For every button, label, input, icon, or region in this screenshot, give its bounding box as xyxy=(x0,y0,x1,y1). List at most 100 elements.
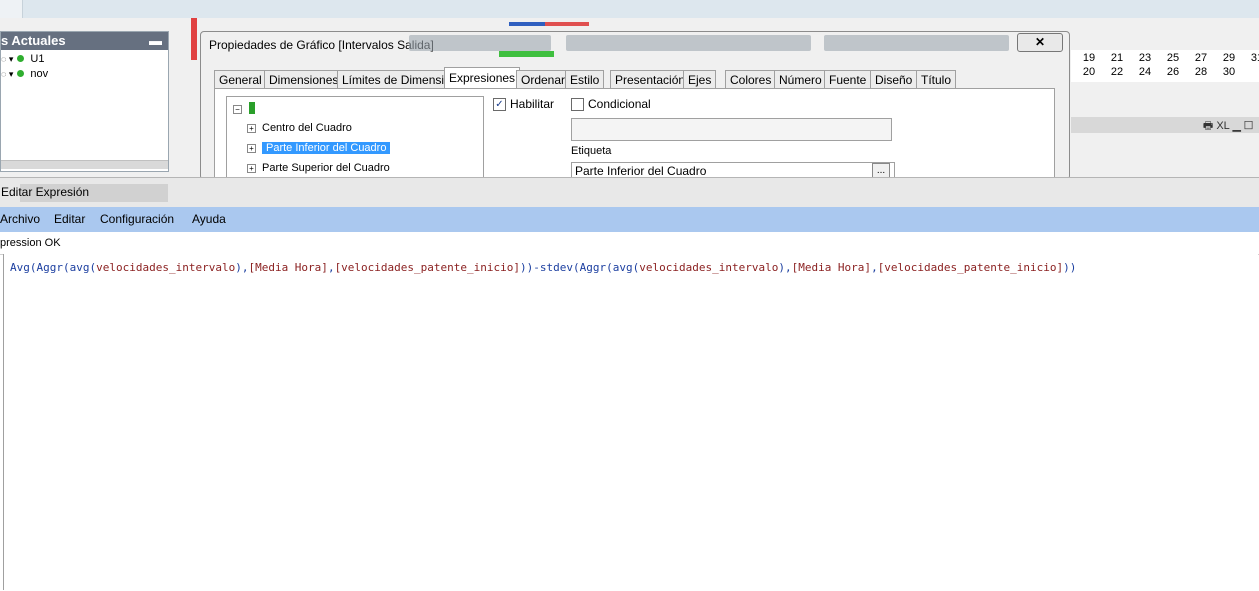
tab-colores[interactable]: Colores xyxy=(725,70,777,89)
object-caption-icons[interactable]: 🖶 XL ▁ ☐ xyxy=(1203,117,1253,136)
code-token: avg xyxy=(69,261,90,274)
expression-code-line[interactable]: Avg(Aggr(avg(velocidades_intervalo),[Med… xyxy=(10,261,1076,274)
calendar-day[interactable]: 28 xyxy=(1189,66,1213,78)
blurred-region xyxy=(566,35,811,51)
blurred-accent xyxy=(499,51,554,57)
code-token: [velocidades_patente_inicio] xyxy=(334,261,520,274)
conditional-label: Condicional xyxy=(588,97,651,111)
code-token: ( xyxy=(606,261,613,274)
expand-icon[interactable]: + xyxy=(247,143,256,153)
menu-bar: Archivo Editar Configuración Ayuda xyxy=(0,207,1259,232)
tree-item[interactable]: + Centro del Cuadro xyxy=(227,119,352,137)
checkbox-icon[interactable] xyxy=(571,98,584,112)
tree-item[interactable]: + Parte Superior del Cuadro xyxy=(227,159,390,177)
code-token: velocidades_intervalo xyxy=(96,261,236,274)
code-token: velocidades_intervalo xyxy=(639,261,779,274)
expression-status: pression OK xyxy=(0,237,61,249)
checkbox-checked-icon[interactable]: ✓ xyxy=(493,98,506,112)
label-caption: Etiqueta xyxy=(571,145,612,157)
conditional-input[interactable] xyxy=(571,118,892,141)
code-token: stdev xyxy=(539,261,573,274)
sheet-object-accent xyxy=(509,22,545,26)
calendar-day[interactable]: 25 xyxy=(1161,52,1185,64)
enable-label: Habilitar xyxy=(510,97,555,111)
selection-item-label: nov xyxy=(30,68,49,80)
code-token: )) xyxy=(1063,261,1077,274)
chevron-down-icon[interactable]: ◌ ▾ xyxy=(1,69,13,79)
code-token: [Media Hora] xyxy=(248,261,328,274)
blurred-region xyxy=(824,35,1009,51)
calendar-day[interactable]: 22 xyxy=(1105,66,1129,78)
tree-item-label: Parte Superior del Cuadro xyxy=(262,162,390,174)
code-token: ), xyxy=(235,261,249,274)
menu-ayuda[interactable]: Ayuda xyxy=(192,212,226,226)
close-button[interactable]: ✕ xyxy=(1017,33,1063,52)
tab-dimensiones[interactable]: Dimensiones xyxy=(264,70,344,89)
calendar-day[interactable]: 30 xyxy=(1217,66,1241,78)
code-token: Aggr xyxy=(36,261,64,274)
tab-fuente[interactable]: Fuente xyxy=(824,70,872,89)
current-selections-panel: s Actuales ▬ ◌ ▾ U1 ◌ ▾ nov xyxy=(0,31,169,172)
horizontal-scrollbar[interactable] xyxy=(1,160,168,169)
sheet-object-accent xyxy=(191,18,197,60)
conditional-checkbox[interactable]: Condicional xyxy=(571,97,651,112)
code-token: ))- xyxy=(520,261,540,274)
expand-icon[interactable]: + xyxy=(247,163,256,173)
blurred-region xyxy=(409,35,551,51)
calendar-day[interactable]: 31 xyxy=(1245,52,1259,64)
tab-estilo[interactable]: Estilo xyxy=(565,70,605,89)
menu-configuracion[interactable]: Configuración xyxy=(100,212,174,226)
tab-diseño[interactable]: Diseño xyxy=(870,70,918,89)
code-token: , xyxy=(871,261,878,274)
editor-title-bar[interactable]: Editar Expresión xyxy=(0,177,1259,208)
expression-group-icon xyxy=(249,102,255,114)
chevron-down-icon[interactable]: ◌ ▾ xyxy=(1,54,13,64)
tree-item-label: Parte Inferior del Cuadro xyxy=(262,142,391,154)
minimize-icon[interactable]: ▬ xyxy=(149,32,162,50)
calendar-day[interactable]: 26 xyxy=(1161,66,1185,78)
tab-expresiones[interactable]: Expresiones xyxy=(444,67,521,90)
tab-ordenar[interactable]: Ordenar xyxy=(516,70,571,89)
code-token: ( xyxy=(573,261,580,274)
menu-editar[interactable]: Editar xyxy=(54,212,85,226)
selection-item[interactable]: ◌ ▾ U1 xyxy=(1,52,44,66)
code-token: ( xyxy=(63,261,70,274)
expand-icon[interactable]: + xyxy=(247,123,256,133)
expression-status-bar: pression OK xyxy=(0,232,1259,255)
calendar-day[interactable]: 29 xyxy=(1217,52,1241,64)
tab-número[interactable]: Número xyxy=(774,70,827,89)
sheet-object-accent xyxy=(545,22,589,26)
collapse-icon[interactable]: − xyxy=(233,105,242,114)
calendar-day[interactable]: 20 xyxy=(1077,66,1101,78)
code-token: Aggr xyxy=(579,261,607,274)
app-toolbar-corner xyxy=(0,0,23,18)
tab-general[interactable]: General xyxy=(214,70,267,89)
code-token: [Media Hora] xyxy=(791,261,872,274)
calendar-day[interactable]: 21 xyxy=(1105,52,1129,64)
expression-tree[interactable]: − + Centro del Cuadro + Parte Inferior del… xyxy=(226,96,484,181)
code-token: Avg xyxy=(10,261,30,274)
expression-code-editor[interactable]: Avg(Aggr(avg(velocidades_intervalo),[Med… xyxy=(3,254,1258,590)
selection-item[interactable]: ◌ ▾ nov xyxy=(1,67,48,81)
code-token: ( xyxy=(29,261,37,274)
tab-ejes[interactable]: Ejes xyxy=(683,70,717,89)
current-selections-header[interactable]: s Actuales ▬ xyxy=(1,32,168,50)
calendar-day[interactable]: 23 xyxy=(1133,52,1157,64)
selection-item-label: U1 xyxy=(30,53,45,65)
current-selections-title: s Actuales xyxy=(1,33,66,48)
tree-item-selected[interactable]: + Parte Inferior del Cuadro xyxy=(227,139,391,157)
calendar-day[interactable]: 19 xyxy=(1077,52,1101,64)
calendar-day[interactable]: 27 xyxy=(1189,52,1213,64)
editor-title: Editar Expresión xyxy=(1,185,90,199)
app-toolbar-strip xyxy=(0,0,1259,18)
dialog-title: Propiedades de Gráfico [Intervalos Salid… xyxy=(209,38,434,52)
calendar-day[interactable]: 24 xyxy=(1133,66,1157,78)
status-dot-icon xyxy=(17,70,25,77)
code-token: [velocidades_patente_inicio] xyxy=(877,261,1064,274)
code-token: avg xyxy=(612,261,633,274)
tab-presentación[interactable]: Presentación xyxy=(610,70,691,89)
enable-checkbox[interactable]: ✓ Habilitar xyxy=(493,97,555,112)
tab-título[interactable]: Título xyxy=(916,70,957,89)
chart-properties-dialog: Propiedades de Gráfico [Intervalos Salid… xyxy=(200,31,1070,181)
menu-archivo[interactable]: Archivo xyxy=(0,212,40,226)
